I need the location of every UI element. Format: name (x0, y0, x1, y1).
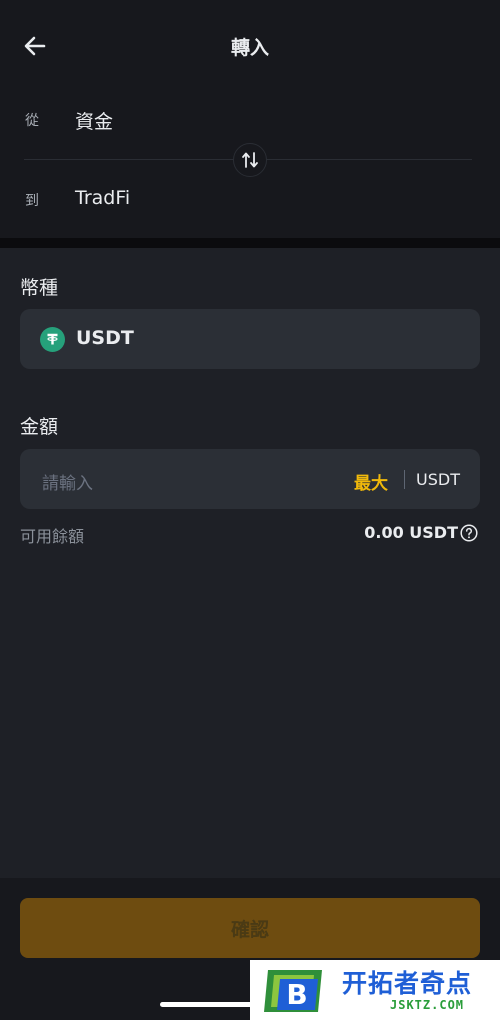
help-icon[interactable] (460, 524, 478, 542)
swap-button[interactable] (233, 143, 267, 177)
watermark-logo-letter: B (286, 978, 307, 1011)
confirm-button[interactable]: 確認 (20, 898, 480, 958)
watermark-url: JSKTZ.COM (390, 998, 465, 1012)
section-separator (0, 238, 500, 248)
to-account-value: TradFi (75, 187, 131, 209)
watermark-name: 开拓者奇点 (342, 969, 473, 998)
page-title: 轉入 (230, 37, 269, 59)
divider (404, 470, 405, 489)
amount-unit: USDT (416, 470, 460, 489)
from-account-selector[interactable]: 從 資金 (20, 100, 480, 140)
currency-selector[interactable]: USDT (20, 309, 480, 369)
from-label: 從 (25, 113, 39, 129)
watermark: B 开拓者奇点 JSKTZ.COM (250, 960, 500, 1020)
tether-icon (40, 327, 65, 352)
watermark-logo: B (264, 970, 322, 1012)
available-balance-value: 0.00 USDT (364, 523, 458, 542)
amount-placeholder: 請輸入 (42, 474, 93, 494)
amount-input[interactable]: 請輸入 最大 USDT (20, 449, 480, 509)
amount-label: 金額 (20, 416, 59, 438)
max-button[interactable]: 最大 (354, 469, 388, 494)
currency-label: 幣種 (20, 277, 59, 299)
swap-arrows-icon (242, 152, 258, 168)
available-balance-label: 可用餘額 (20, 527, 85, 546)
to-account-selector[interactable]: 到 TradFi (20, 180, 480, 220)
currency-value: USDT (76, 327, 134, 349)
from-account-value: 資金 (75, 111, 114, 133)
to-label: 到 (25, 193, 39, 209)
